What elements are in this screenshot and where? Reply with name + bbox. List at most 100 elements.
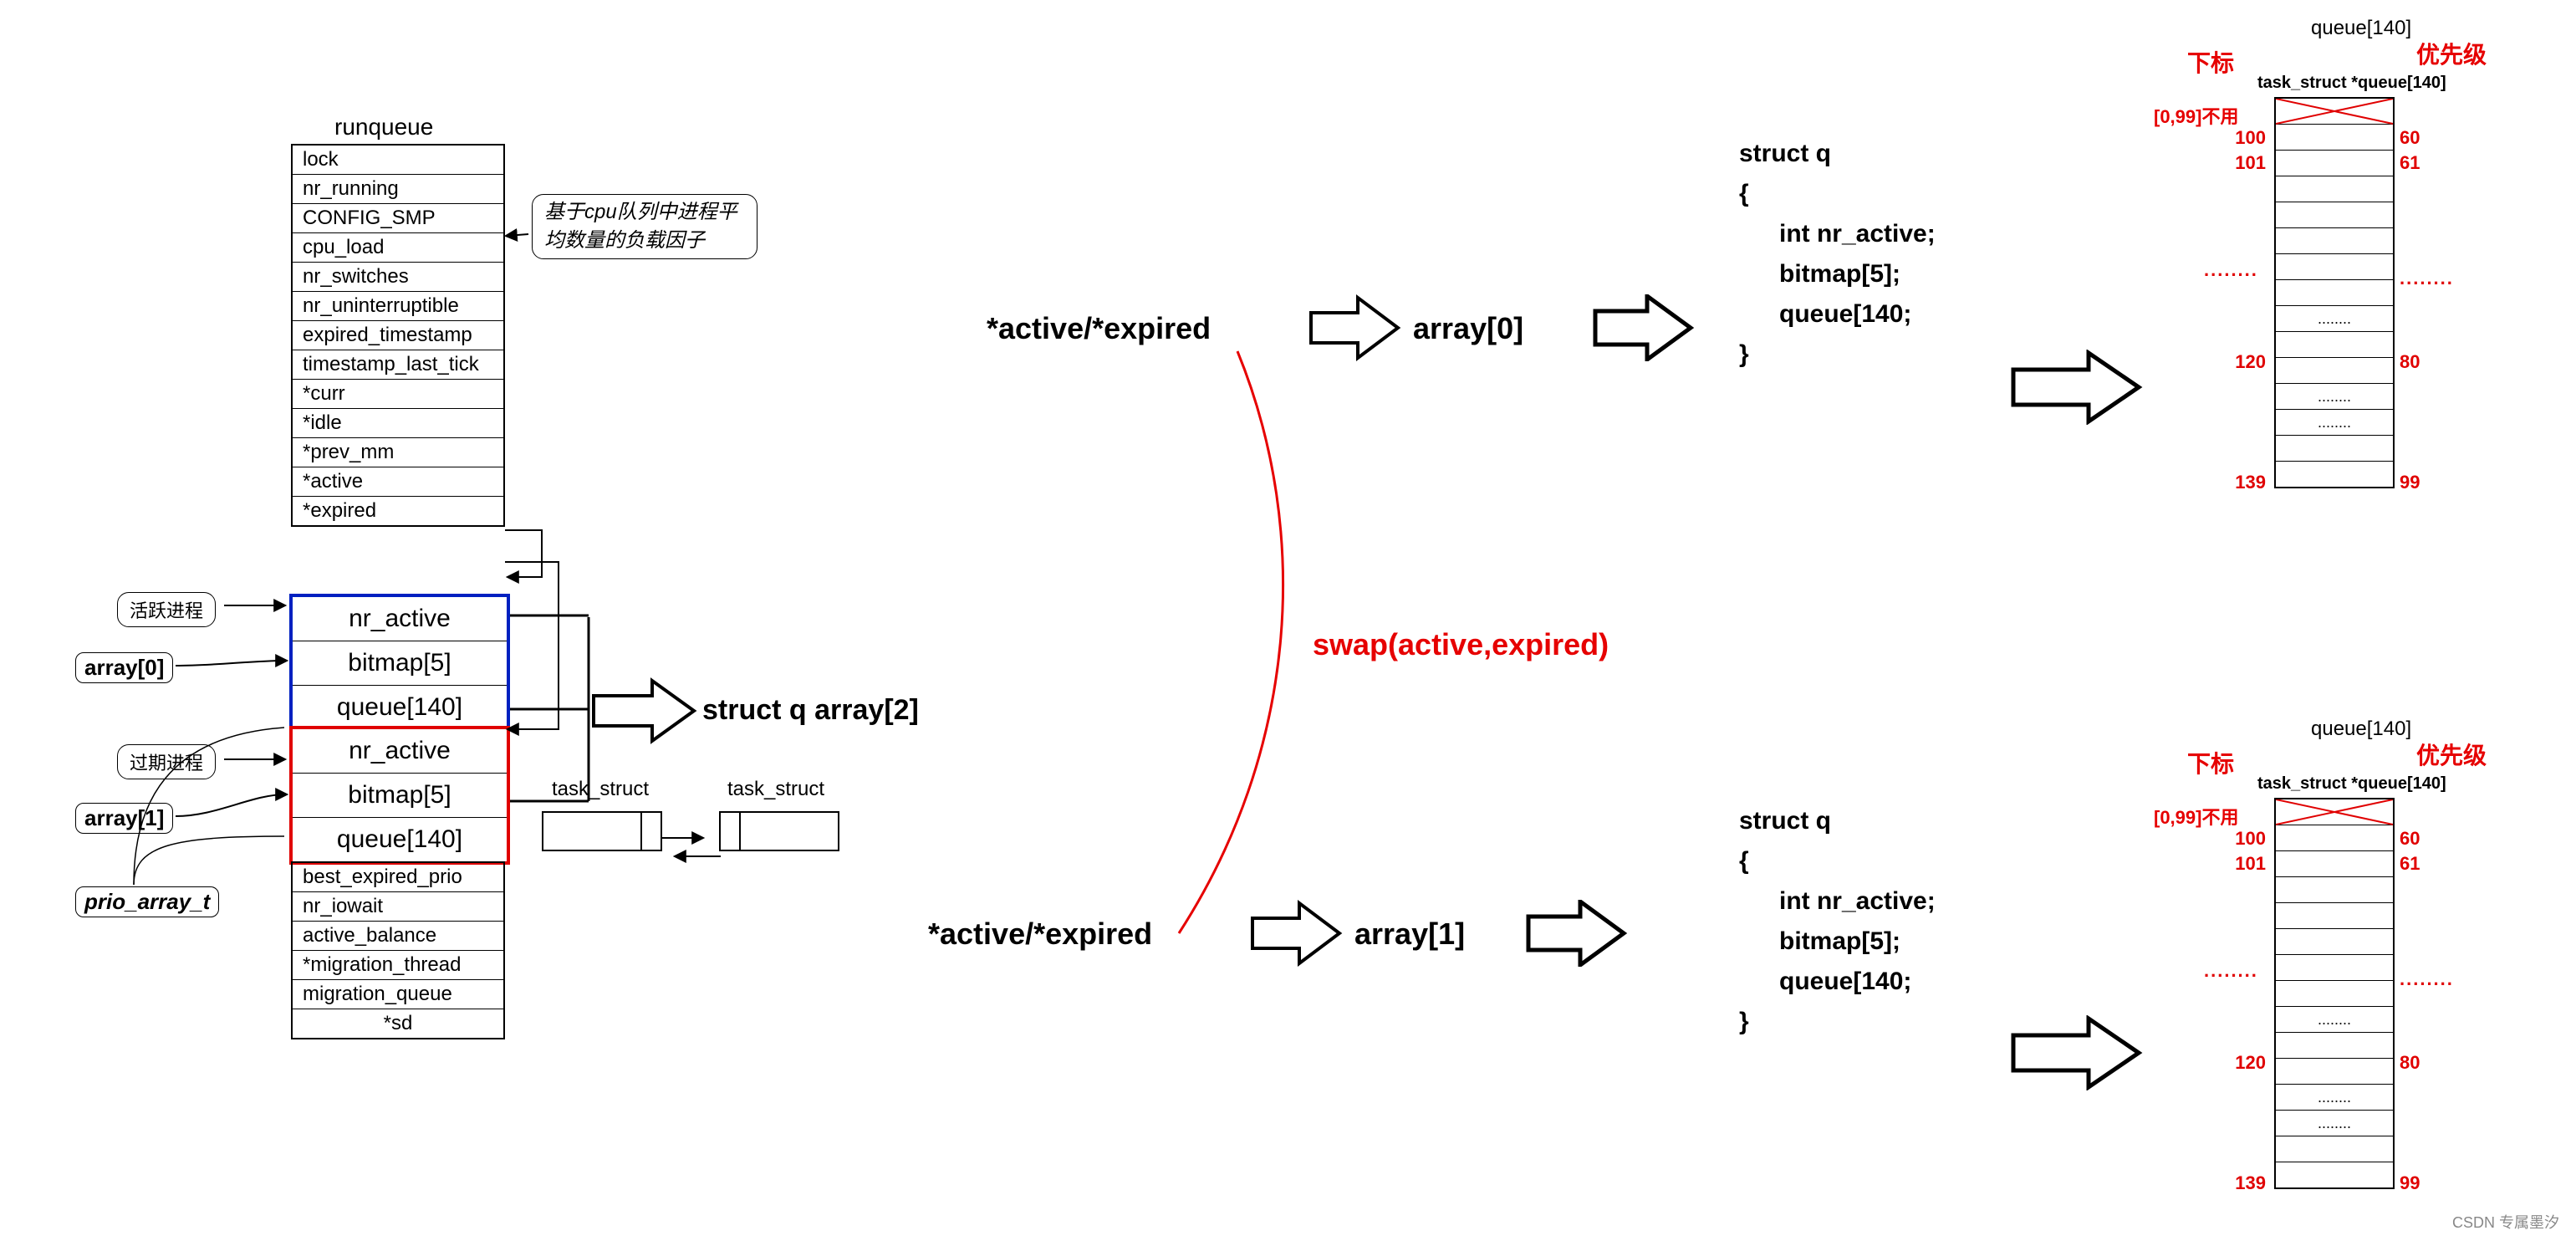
queue-row	[2276, 332, 2393, 358]
struct-q-code-top: struct q { int nr_active; bitmap[5]; que…	[1739, 134, 1936, 375]
code-line: struct q	[1739, 801, 1936, 841]
rq-row: nr_uninterruptible	[293, 292, 503, 321]
rq-row: nr_active	[293, 597, 507, 641]
swap-label: swap(active,expired)	[1313, 627, 1609, 662]
rq-row: lock	[293, 146, 503, 175]
rq-row: CONFIG_SMP	[293, 204, 503, 233]
queue-row-dots: ........	[2276, 306, 2393, 332]
arrow-struct-array	[585, 677, 702, 744]
queue-row-unused	[2276, 99, 2393, 125]
queue-row	[2276, 228, 2393, 254]
arrow-icon	[2007, 1015, 2149, 1090]
queue-caption: task_struct *queue[140]	[2257, 74, 2446, 93]
queue-index: 120	[2199, 1052, 2266, 1074]
queue-index: 139	[2199, 472, 2266, 493]
array1-label: array[1]	[1354, 917, 1465, 952]
rq-row: bitmap[5]	[293, 774, 507, 818]
tag-array0: array[0]	[75, 652, 173, 683]
code-line: }	[1739, 335, 1936, 375]
queue-table-top: ........ ........ ........	[2274, 97, 2395, 488]
rq-row: expired_timestamp	[293, 321, 503, 350]
task-struct-box	[719, 811, 839, 851]
queue-row-dots: ........	[2276, 410, 2393, 436]
queue-title: queue[140]	[2311, 17, 2411, 40]
code-line: bitmap[5];	[1739, 254, 1936, 294]
queue-row-unused	[2276, 799, 2393, 825]
rq-row: nr_iowait	[293, 892, 503, 922]
rq-row: migration_queue	[293, 980, 503, 1009]
queue-row	[2276, 1136, 2393, 1162]
tag-prio-array: prio_array_t	[75, 886, 219, 917]
queue-unused: [0,99]不用	[2154, 803, 2238, 830]
rq-row: *migration_thread	[293, 951, 503, 980]
queue-priority: 61	[2400, 152, 2450, 174]
rq-row: *sd	[293, 1009, 503, 1038]
note-active: 活跃进程	[117, 592, 216, 627]
queue-row	[2276, 254, 2393, 280]
code-line: }	[1739, 1002, 1936, 1042]
rq-row: queue[140]	[293, 686, 507, 729]
runqueue-tail: best_expired_prio nr_iowait active_balan…	[291, 861, 505, 1039]
queue-caption: task_struct *queue[140]	[2257, 774, 2446, 794]
rq-row: active_balance	[293, 922, 503, 951]
runqueue-table: lock nr_running CONFIG_SMP cpu_load nr_s…	[291, 144, 505, 527]
queue-row	[2276, 436, 2393, 462]
queue-row	[2276, 1059, 2393, 1085]
queue-row	[2276, 955, 2393, 981]
queue-table-bot: ........ ........ ........	[2274, 798, 2395, 1189]
queue-priority: 99	[2400, 472, 2450, 493]
queue-row-dots: ........	[2276, 1111, 2393, 1136]
watermark: CSDN 专属墨汐	[2452, 1211, 2559, 1233]
rq-row: nr_active	[293, 729, 507, 774]
code-line: bitmap[5];	[1739, 922, 1936, 962]
code-line: queue[140;	[1739, 962, 1936, 1002]
queue-index: 100	[2199, 127, 2266, 149]
rq-row: *active	[293, 467, 503, 497]
queue-row-dots: ........	[2276, 1007, 2393, 1033]
queue-dots-left: ........	[2204, 960, 2258, 982]
queue-row	[2276, 1033, 2393, 1059]
array0-label: array[0]	[1413, 311, 1523, 346]
code-line: queue[140;	[1739, 294, 1936, 335]
rq-row: bitmap[5]	[293, 641, 507, 686]
task-struct-label-1: task_struct	[552, 778, 649, 801]
queue-row	[2276, 280, 2393, 306]
queue-row	[2276, 1162, 2393, 1187]
rq-row: timestamp_last_tick	[293, 350, 503, 380]
ptr-label-bot: *active/*expired	[928, 917, 1152, 952]
rq-row: *curr	[293, 380, 503, 409]
rq-row: queue[140]	[293, 818, 507, 861]
code-line: {	[1739, 174, 1936, 214]
arrow-icon	[1522, 900, 1630, 967]
rq-row: nr_switches	[293, 263, 503, 292]
queue-row	[2276, 929, 2393, 955]
struct-q-code-bot: struct q { int nr_active; bitmap[5]; que…	[1739, 801, 1936, 1042]
queue-dots-left: ........	[2204, 259, 2258, 281]
rq-row: *idle	[293, 409, 503, 438]
code-line: int nr_active;	[1739, 881, 1936, 922]
priority-label: 优先级	[2416, 738, 2487, 771]
code-line: {	[1739, 841, 1936, 881]
arrow-icon	[2007, 350, 2149, 425]
note-expired: 过期进程	[117, 744, 216, 779]
queue-index: 101	[2199, 152, 2266, 174]
ptr-label-top: *active/*expired	[987, 311, 1211, 346]
priority-label: 优先级	[2416, 37, 2487, 70]
rq-row: best_expired_prio	[293, 863, 503, 892]
diagram-root: runqueue lock nr_running CONFIG_SMP cpu_…	[0, 0, 2576, 1241]
task-struct-box	[542, 811, 662, 851]
code-line: int nr_active;	[1739, 214, 1936, 254]
arrow-icon	[1246, 900, 1346, 967]
rq-row: cpu_load	[293, 233, 503, 263]
queue-priority: 60	[2400, 828, 2450, 850]
queue-title: queue[140]	[2311, 718, 2411, 741]
queue-row-dots: ........	[2276, 384, 2393, 410]
rq-row: *prev_mm	[293, 438, 503, 467]
tag-array1: array[1]	[75, 803, 173, 834]
queue-priority: 99	[2400, 1172, 2450, 1194]
queue-index: 101	[2199, 853, 2266, 875]
queue-row	[2276, 981, 2393, 1007]
arrow-icon	[1589, 294, 1697, 361]
rq-row: *expired	[293, 497, 503, 525]
note-cpu-load: 基于cpu队列中进程平均数量的负载因子	[532, 194, 757, 259]
